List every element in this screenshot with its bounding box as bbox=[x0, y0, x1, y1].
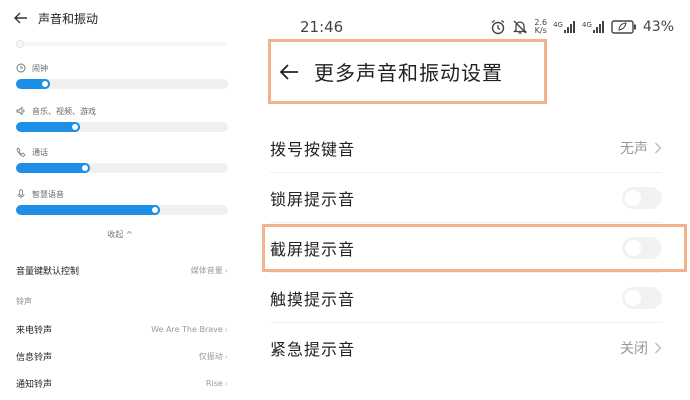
volume-label: 闹钟 bbox=[32, 63, 48, 73]
battery-saver-icon bbox=[611, 20, 637, 34]
battery-percent: 43% bbox=[642, 19, 674, 35]
volume-track[interactable] bbox=[16, 79, 228, 89]
page-title: 更多声音和振动设置 bbox=[314, 61, 503, 85]
chevron-right-icon: › bbox=[224, 324, 228, 334]
volume-thumb[interactable] bbox=[69, 122, 80, 132]
call-volume-slider[interactable]: 通话 bbox=[16, 146, 228, 173]
back-arrow-icon[interactable] bbox=[14, 11, 28, 25]
notification-ringtone-row[interactable]: 通知铃声 Rise › bbox=[16, 376, 228, 390]
alarm-icon bbox=[490, 19, 506, 35]
row-title: 信息铃声 bbox=[16, 352, 53, 363]
chevron-right-icon: › bbox=[224, 351, 228, 361]
speed-unit: K/s bbox=[534, 26, 547, 35]
network-type: 4G bbox=[581, 21, 592, 29]
right-settings-panel: 21:46 2.6 K/s 4G 4G 43% 更多声音和振动设置 拨号按键音 … bbox=[250, 0, 690, 400]
alarm-volume-slider[interactable]: 闹钟 bbox=[16, 62, 228, 89]
chevron-right-icon: › bbox=[224, 378, 228, 388]
status-bar: 21:46 2.6 K/s 4G 4G 43% bbox=[250, 18, 690, 40]
volume-key-default-row[interactable]: 音量键默认控制 媒体音量 › bbox=[16, 263, 228, 277]
microphone-icon bbox=[16, 189, 26, 199]
volume-fill bbox=[16, 205, 161, 215]
row-title: 通知铃声 bbox=[16, 379, 53, 390]
volume-track[interactable] bbox=[16, 163, 228, 173]
volume-fill bbox=[16, 163, 91, 173]
volume-track[interactable] bbox=[16, 205, 228, 215]
row-title: 来电铃声 bbox=[16, 325, 53, 336]
setting-label: 拨号按键音 bbox=[270, 139, 356, 159]
volume-thumb[interactable] bbox=[150, 205, 161, 215]
left-page-title: 声音和振动 bbox=[38, 11, 99, 26]
signal-1: 4G bbox=[553, 21, 576, 33]
setting-label: 触摸提示音 bbox=[270, 289, 356, 309]
ringtone-section-label: 铃声 bbox=[16, 297, 32, 306]
setting-label: 紧急提示音 bbox=[270, 340, 356, 359]
volume-thumb[interactable] bbox=[39, 79, 50, 89]
media-volume-slider[interactable]: 音乐、视频、游戏 bbox=[16, 105, 228, 132]
collapse-button[interactable]: 收起 ^ bbox=[0, 229, 240, 240]
faded-slider bbox=[16, 40, 226, 48]
volume-track[interactable] bbox=[16, 122, 228, 132]
chevron-right-icon bbox=[655, 342, 662, 354]
volume-label: 智慧语音 bbox=[32, 189, 64, 199]
volume-thumb[interactable] bbox=[80, 163, 91, 173]
status-icons: 2.6 K/s 4G 4G 43% bbox=[490, 19, 674, 35]
volume-label: 通话 bbox=[32, 147, 48, 157]
back-arrow-icon[interactable] bbox=[278, 61, 300, 83]
clock-icon bbox=[16, 63, 26, 73]
highlight-frame bbox=[262, 224, 687, 272]
row-title: 音量键默认控制 bbox=[16, 266, 80, 277]
touch-sound-toggle[interactable] bbox=[622, 286, 662, 309]
signal-bars-icon bbox=[592, 21, 604, 33]
mute-bell-icon bbox=[512, 19, 528, 35]
signal-bars-icon bbox=[563, 21, 575, 33]
dial-pad-tone-row[interactable]: 拨号按键音 无声 bbox=[270, 123, 662, 173]
volume-label: 音乐、视频、游戏 bbox=[32, 106, 96, 116]
signal-2: 4G bbox=[582, 21, 605, 33]
speaker-icon bbox=[16, 106, 26, 116]
chevron-right-icon bbox=[655, 142, 662, 153]
chevron-right-icon: › bbox=[224, 265, 228, 275]
setting-value: 关闭 bbox=[620, 341, 648, 357]
row-value: 仅振动 bbox=[198, 351, 223, 361]
setting-label: 锁屏提示音 bbox=[270, 189, 356, 209]
phone-icon bbox=[16, 147, 26, 157]
touch-sound-row: 触摸提示音 bbox=[270, 273, 662, 323]
lock-screen-sound-row: 锁屏提示音 bbox=[270, 173, 662, 223]
voice-assistant-volume-slider[interactable]: 智慧语音 bbox=[16, 188, 228, 215]
incoming-call-ringtone-row[interactable]: 来电铃声 We Are The Brave › bbox=[16, 322, 228, 336]
emergency-tone-row[interactable]: 紧急提示音 关闭 bbox=[270, 323, 662, 373]
left-settings-panel: 声音和振动 闹钟 音乐、视频、游戏 通话 智慧语音 收起 ^ 音量键默认控制 媒… bbox=[0, 0, 240, 400]
message-ringtone-row[interactable]: 信息铃声 仅振动 › bbox=[16, 349, 228, 363]
left-header: 声音和振动 bbox=[14, 9, 98, 27]
setting-value: 无声 bbox=[620, 140, 648, 157]
page-header: 更多声音和振动设置 bbox=[268, 39, 547, 104]
row-value: Rise bbox=[205, 378, 223, 388]
row-value: 媒体音量 bbox=[190, 265, 223, 275]
network-speed: 2.6 K/s bbox=[534, 19, 547, 35]
status-time: 21:46 bbox=[300, 18, 344, 36]
network-type: 4G bbox=[553, 21, 563, 29]
row-value: We Are The Brave bbox=[151, 324, 223, 334]
lock-screen-sound-toggle[interactable] bbox=[622, 186, 662, 209]
